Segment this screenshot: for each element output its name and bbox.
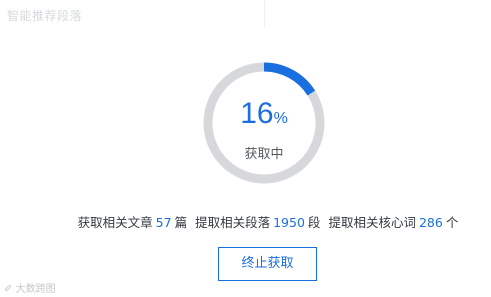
stats-line: 获取相关文章 57 篇提取相关段落 1950 段提取相关核心词 286 个 bbox=[0, 212, 491, 231]
progress-percent-value: 16 bbox=[240, 97, 274, 130]
paragraphs-label: 提取相关段落 bbox=[195, 215, 271, 230]
articles-label: 获取相关文章 bbox=[77, 215, 153, 230]
progress-status: 获取中 bbox=[244, 147, 284, 162]
divider bbox=[264, 0, 265, 28]
link-icon: ✐ bbox=[4, 284, 13, 295]
progress-percent-unit: % bbox=[273, 110, 288, 127]
progress-ring: 16% 获取中 bbox=[202, 61, 326, 185]
articles-unit: 篇 bbox=[174, 215, 188, 230]
paragraphs-count: 1950 bbox=[273, 215, 305, 230]
articles-count: 57 bbox=[155, 215, 172, 230]
paragraphs-unit: 段 bbox=[307, 215, 321, 230]
keywords-unit: 个 bbox=[445, 215, 459, 230]
keywords-count: 286 bbox=[418, 215, 443, 230]
progress-percent: 16% bbox=[202, 97, 326, 131]
section-title: 智能推荐段落 bbox=[7, 9, 83, 23]
watermark-text: 大数跨图 bbox=[15, 284, 56, 295]
page: 智能推荐段落 16% 获取中 获取相关文章 57 篇提取相关段落 1950 段提取相关核… bbox=[0, 0, 491, 297]
watermark: ✐ 大数跨图 bbox=[4, 280, 56, 295]
keywords-label: 提取相关核心词 bbox=[328, 215, 416, 230]
stop-fetch-button[interactable]: 终止获取 bbox=[218, 247, 317, 281]
